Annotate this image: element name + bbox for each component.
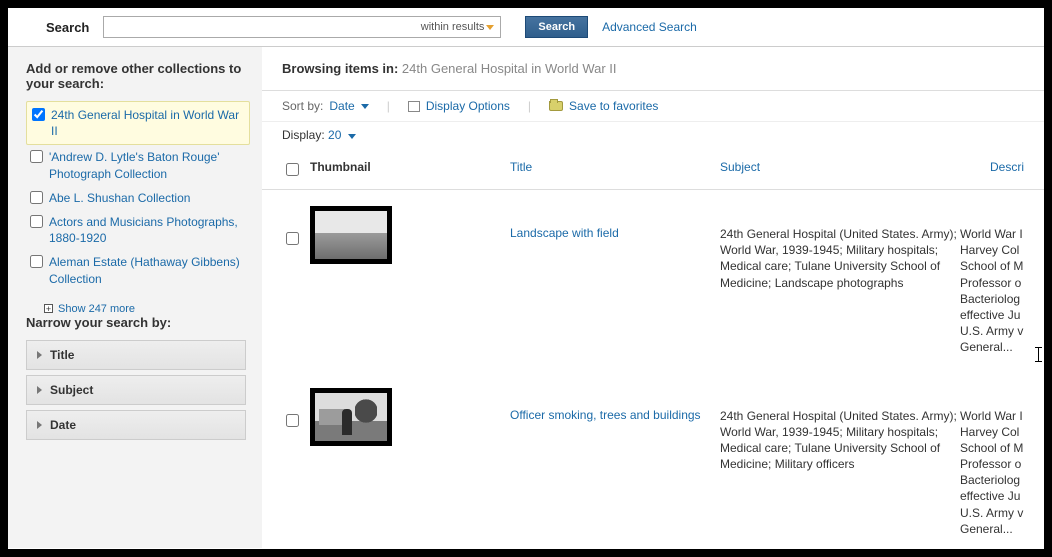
display-count-row: Display: 20 (262, 122, 1044, 144)
browsing-header: Browsing items in: 24th General Hospital… (262, 47, 1044, 91)
sort-by-group[interactable]: Sort by: Date (282, 99, 369, 113)
row-description: World War I Harvey Col School of M Profe… (960, 388, 1024, 538)
search-bar: Search within results Search Advanced Se… (8, 8, 1044, 47)
display-options-link[interactable]: Display Options (426, 99, 510, 113)
collection-checkbox[interactable] (30, 255, 43, 268)
collection-checkbox[interactable] (32, 108, 45, 121)
within-results-dropdown[interactable]: within results (421, 21, 501, 33)
facet-subject[interactable]: Subject (26, 375, 246, 405)
display-label: Display: (282, 128, 325, 142)
thumbnail-cell (310, 388, 510, 446)
collection-label[interactable]: Aleman Estate (Hathaway Gibbens) Collect… (49, 254, 248, 286)
select-all-checkbox[interactable] (286, 163, 299, 176)
header-description[interactable]: Descri (960, 160, 1024, 179)
header-title[interactable]: Title (510, 160, 720, 179)
add-remove-heading: Add or remove other collections to your … (26, 61, 250, 91)
collection-item[interactable]: 'Andrew D. Lytle's Baton Rouge' Photogra… (26, 145, 250, 185)
within-results-label: within results (421, 21, 485, 33)
caret-down-icon (486, 25, 494, 30)
facet-label: Subject (50, 383, 93, 397)
thumbnail-image[interactable] (310, 206, 392, 264)
row-title-link[interactable]: Landscape with field (510, 206, 720, 240)
search-input-wrap: within results (103, 16, 501, 38)
collection-item[interactable]: 24th General Hospital in World War II (26, 101, 250, 145)
advanced-search-link[interactable]: Advanced Search (602, 20, 697, 34)
toolbar: Sort by: Date | Display Options | Save t… (262, 91, 1044, 122)
collection-label[interactable]: 24th General Hospital in World War II (51, 107, 246, 139)
triangle-right-icon (37, 421, 42, 429)
header-checkbox-col (282, 160, 310, 179)
collection-label[interactable]: 'Andrew D. Lytle's Baton Rouge' Photogra… (49, 149, 248, 181)
facet-label: Date (50, 418, 76, 432)
row-subject: 24th General Hospital (United States. Ar… (720, 206, 960, 291)
collection-label[interactable]: Abe L. Shushan Collection (49, 190, 190, 206)
browsing-label: Browsing items in: (282, 61, 398, 76)
narrow-heading: Narrow your search by: (26, 315, 250, 330)
body-area: Add or remove other collections to your … (8, 47, 1044, 548)
folder-icon (549, 101, 563, 111)
search-input[interactable] (104, 17, 420, 37)
row-checkbox[interactable] (286, 232, 299, 245)
collection-label[interactable]: Actors and Musicians Photographs, 1880-1… (49, 214, 248, 246)
row-checkbox[interactable] (286, 414, 299, 427)
results-table: Thumbnail Title Subject Descri Landscape… (262, 150, 1044, 548)
sidebar: Add or remove other collections to your … (8, 47, 262, 548)
main-content: Browsing items in: 24th General Hospital… (262, 47, 1044, 548)
show-more-link[interactable]: + Show 247 more (26, 301, 250, 315)
search-label: Search (46, 20, 89, 35)
thumbnail-cell (310, 206, 510, 264)
collection-checkbox[interactable] (30, 215, 43, 228)
caret-down-icon (348, 134, 356, 139)
table-header: Thumbnail Title Subject Descri (262, 150, 1044, 190)
table-row: Landscape with field 24th General Hospit… (262, 190, 1044, 372)
divider: | (528, 99, 531, 113)
browsing-value: 24th General Hospital in World War II (402, 61, 617, 76)
row-title-link[interactable]: Officer smoking, trees and buildings (510, 388, 720, 422)
triangle-right-icon (37, 351, 42, 359)
row-description: World War I Harvey Col School of M Profe… (960, 206, 1024, 356)
collection-list: 24th General Hospital in World War II 'A… (26, 101, 250, 291)
page-root: Search within results Search Advanced Se… (8, 8, 1044, 549)
caret-down-icon (361, 104, 369, 109)
display-options-group[interactable]: Display Options (408, 99, 510, 113)
row-subject: 24th General Hospital (United States. Ar… (720, 388, 960, 473)
divider: | (387, 99, 390, 113)
show-more-label: Show 247 more (58, 303, 135, 315)
collection-checkbox[interactable] (30, 191, 43, 204)
facet-date[interactable]: Date (26, 410, 246, 440)
plus-icon: + (44, 304, 53, 313)
table-row: Officer smoking, trees and buildings 24t… (262, 372, 1044, 549)
display-count-value: 20 (328, 128, 341, 142)
header-subject[interactable]: Subject (720, 160, 960, 179)
save-favorites-link[interactable]: Save to favorites (569, 99, 658, 113)
thumbnail-image[interactable] (310, 388, 392, 446)
display-count-dropdown[interactable]: 20 (328, 128, 356, 142)
collection-item[interactable]: Abe L. Shushan Collection (26, 186, 250, 210)
facet-label: Title (50, 348, 74, 362)
sort-by-label: Sort by: (282, 99, 323, 113)
display-options-icon (408, 101, 420, 112)
facet-title[interactable]: Title (26, 340, 246, 370)
save-favorites-group[interactable]: Save to favorites (549, 99, 658, 113)
collection-item[interactable]: Aleman Estate (Hathaway Gibbens) Collect… (26, 250, 250, 290)
search-button[interactable]: Search (525, 16, 588, 38)
triangle-right-icon (37, 386, 42, 394)
sort-by-value[interactable]: Date (329, 99, 354, 113)
header-thumbnail: Thumbnail (310, 160, 510, 179)
collection-item[interactable]: Actors and Musicians Photographs, 1880-1… (26, 210, 250, 250)
collection-checkbox[interactable] (30, 150, 43, 163)
